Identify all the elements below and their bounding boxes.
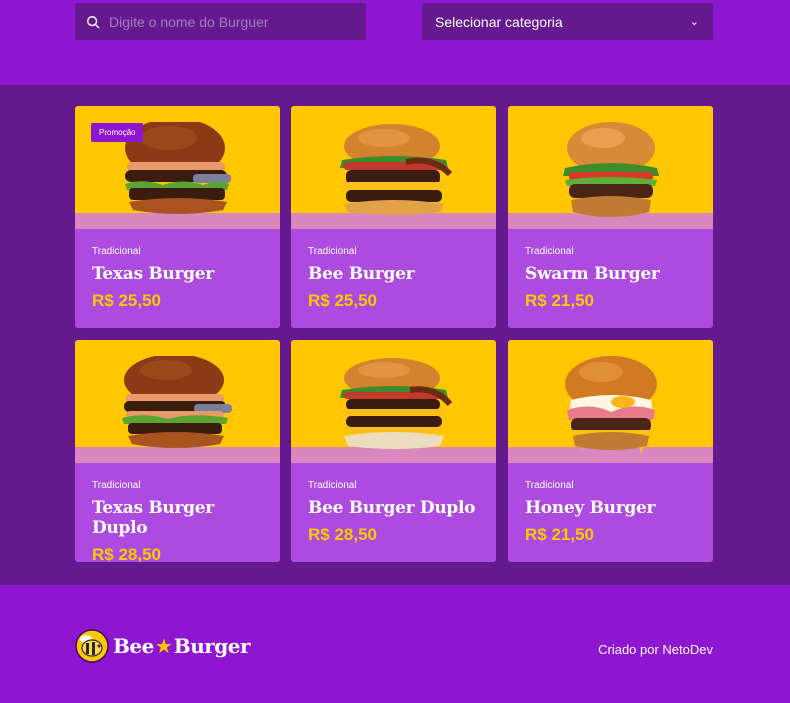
- category-select[interactable]: Selecionar categoria ⌄: [422, 3, 713, 40]
- brand-logo-text-left: Bee: [113, 634, 154, 658]
- product-category: Tradicional: [308, 246, 357, 257]
- product-name: Honey Burger: [525, 498, 656, 518]
- product-image: [508, 106, 713, 229]
- footer: Bee ★ Burger Criado por NetoDev: [0, 585, 790, 703]
- burger-image: [562, 122, 659, 217]
- brand-logo-text-right: Burger: [173, 634, 251, 658]
- product-category: Tradicional: [308, 480, 357, 491]
- promo-badge: Promoção: [91, 123, 144, 142]
- product-card[interactable]: Tradicional Texas Burger Duplo R$ 28,50: [75, 340, 280, 562]
- burger-image: [564, 356, 657, 454]
- product-price: R$ 21,50: [525, 291, 594, 310]
- burger-image: [121, 356, 232, 448]
- product-image: [291, 106, 496, 229]
- burger-image: [339, 358, 452, 449]
- product-category: Tradicional: [525, 480, 574, 491]
- product-name: Swarm Burger: [525, 264, 660, 284]
- product-name: Bee Burger Duplo: [308, 498, 476, 518]
- product-card[interactable]: Tradicional Bee Burger R$ 25,50: [291, 106, 496, 328]
- product-card[interactable]: Tradicional Bee Burger Duplo R$ 28,50: [291, 340, 496, 562]
- product-name: Texas Burger Duplo: [92, 498, 214, 538]
- product-name: Texas Burger: [92, 264, 214, 284]
- filter-bar: Selecionar categoria ⌄: [0, 0, 790, 85]
- bee-logo-icon: [75, 629, 109, 663]
- product-image: [508, 340, 713, 463]
- brand-logo[interactable]: Bee ★ Burger: [75, 629, 251, 663]
- search-input[interactable]: [109, 13, 349, 30]
- product-category: Tradicional: [92, 246, 141, 257]
- search-box[interactable]: [75, 3, 366, 40]
- product-category: Tradicional: [525, 246, 574, 257]
- product-card[interactable]: Tradicional Swarm Burger R$ 21,50: [508, 106, 713, 328]
- product-card[interactable]: Tradicional Honey Burger R$ 21,50: [508, 340, 713, 562]
- burger-image: [339, 124, 452, 215]
- product-card[interactable]: Promoção Tradicional Texas Burger R$ 25,…: [75, 106, 280, 328]
- category-select-label: Selecionar categoria: [435, 13, 563, 30]
- product-name: Bee Burger: [308, 264, 415, 284]
- product-price: R$ 28,50: [308, 525, 377, 544]
- product-image: [291, 340, 496, 463]
- product-price: R$ 25,50: [92, 291, 161, 310]
- product-price: R$ 28,50: [92, 545, 161, 562]
- product-image: Promoção: [75, 106, 280, 229]
- star-icon: ★: [154, 635, 173, 658]
- chevron-down-icon: ⌄: [689, 16, 699, 28]
- footer-credit: Criado por NetoDev: [598, 642, 713, 657]
- product-category: Tradicional: [92, 480, 141, 491]
- product-image: [75, 340, 280, 463]
- product-price: R$ 25,50: [308, 291, 377, 310]
- product-grid: Promoção Tradicional Texas Burger R$ 25,…: [0, 85, 790, 585]
- search-icon: [87, 15, 100, 28]
- product-price: R$ 21,50: [525, 525, 594, 544]
